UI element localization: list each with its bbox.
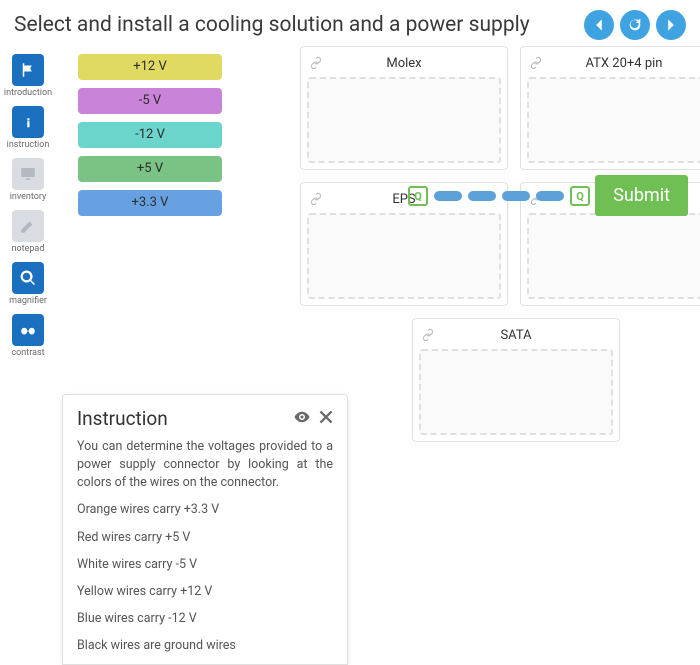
submit-button[interactable]: Submit bbox=[595, 175, 688, 216]
workspace: +12 V -5 V -12 V +5 V +3.3 V Molex ATX 20+4 p… bbox=[56, 46, 700, 362]
sidebar-item-contrast[interactable]: contrast bbox=[11, 312, 44, 362]
sidebar-item-instruction[interactable]: instruction bbox=[7, 104, 50, 154]
voltage-chips: +12 V -5 V -12 V +5 V +3.3 V bbox=[78, 54, 222, 216]
sidebar-item-introduction[interactable]: introduction bbox=[4, 52, 52, 102]
sidebar-item-label: contrast bbox=[11, 348, 44, 358]
next-button[interactable] bbox=[656, 10, 686, 40]
eye-icon[interactable] bbox=[293, 408, 311, 430]
refresh-button[interactable] bbox=[620, 10, 650, 40]
link-icon bbox=[309, 191, 323, 205]
instruction-text: Orange wires carry +3.3 V bbox=[77, 501, 333, 519]
instruction-text: Red wires carry +5 V bbox=[77, 529, 333, 547]
flag-icon bbox=[12, 54, 44, 86]
drop-zone[interactable] bbox=[527, 77, 700, 163]
progress-segment bbox=[502, 191, 530, 201]
drop-zone[interactable] bbox=[307, 213, 501, 299]
nav-buttons bbox=[584, 10, 686, 40]
close-icon[interactable] bbox=[319, 409, 333, 428]
drop-targets: MolexATX 20+4 pinEPSPCIeSATA bbox=[300, 46, 700, 442]
link-icon bbox=[529, 55, 543, 69]
drop-target[interactable]: SATA bbox=[412, 318, 620, 442]
instruction-body: You can determine the voltages provided … bbox=[77, 438, 333, 660]
instruction-text: Blue wires carry -12 V bbox=[77, 610, 333, 628]
magnify-icon bbox=[12, 262, 44, 294]
drop-target-label: ATX 20+4 pin bbox=[586, 56, 663, 71]
voltage-chip[interactable]: +5 V bbox=[78, 156, 222, 182]
sidebar-item-label: magnifier bbox=[9, 296, 47, 306]
link-icon bbox=[309, 55, 323, 69]
drop-zone[interactable] bbox=[419, 349, 613, 435]
instruction-text: Black wires are ground wires bbox=[77, 637, 333, 655]
voltage-chip[interactable]: +12 V bbox=[78, 54, 222, 80]
sidebar-item-label: instruction bbox=[7, 140, 50, 150]
sidebar-item-magnifier[interactable]: magnifier bbox=[9, 260, 47, 310]
instruction-text: You can determine the voltages provided … bbox=[77, 438, 333, 492]
pencil-icon bbox=[12, 210, 44, 242]
sidebar-item-inventory[interactable]: inventory bbox=[10, 156, 47, 206]
instruction-text: White wires carry -5 V bbox=[77, 556, 333, 574]
info-icon bbox=[12, 106, 44, 138]
drop-zone[interactable] bbox=[527, 213, 700, 299]
progress-segment bbox=[536, 191, 564, 201]
drop-zone[interactable] bbox=[307, 77, 501, 163]
instruction-title: Instruction bbox=[77, 407, 168, 430]
sidebar-item-notepad[interactable]: notepad bbox=[12, 208, 45, 258]
instruction-text: Yellow wires carry +12 V bbox=[77, 583, 333, 601]
sidebar-item-label: inventory bbox=[10, 192, 47, 202]
instruction-panel: Instruction You can determine the voltag… bbox=[62, 394, 348, 665]
link-icon bbox=[421, 327, 435, 341]
drop-target-label: Molex bbox=[386, 56, 421, 71]
voltage-chip[interactable]: +3.3 V bbox=[78, 190, 222, 216]
prev-button[interactable] bbox=[584, 10, 614, 40]
sidebar-item-label: introduction bbox=[4, 88, 52, 98]
marker-q-icon: Q bbox=[408, 186, 428, 206]
drop-target[interactable]: ATX 20+4 pin bbox=[520, 46, 700, 170]
monitor-icon bbox=[12, 158, 44, 190]
sidebar-item-label: notepad bbox=[12, 244, 45, 254]
drop-target-label: SATA bbox=[500, 328, 531, 343]
marker-q-icon: Q bbox=[570, 186, 590, 206]
voltage-chip[interactable]: -12 V bbox=[78, 122, 222, 148]
voltage-chip[interactable]: -5 V bbox=[78, 88, 222, 114]
progress-segment bbox=[468, 191, 496, 201]
page-title: Select and install a cooling solution an… bbox=[14, 13, 530, 37]
sidebar: introduction instruction inventory notepad m… bbox=[0, 46, 56, 362]
drop-target[interactable]: Molex bbox=[300, 46, 508, 170]
glasses-icon bbox=[12, 314, 44, 346]
progress-segment bbox=[434, 191, 462, 201]
